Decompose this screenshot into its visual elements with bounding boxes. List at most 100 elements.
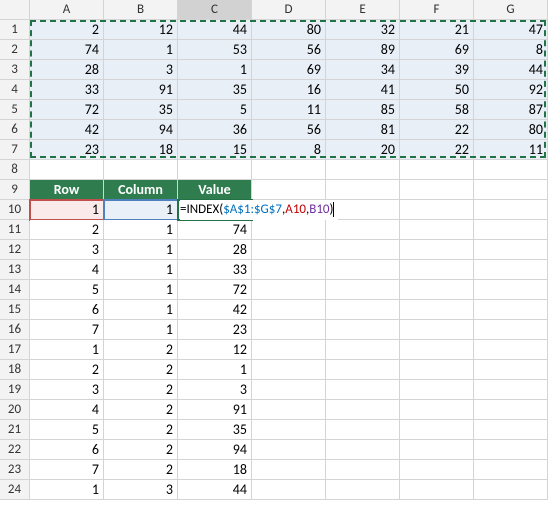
empty-cell[interactable] bbox=[326, 320, 400, 340]
empty-cell[interactable] bbox=[400, 380, 474, 400]
grid-cell[interactable]: 44 bbox=[178, 20, 252, 40]
empty-cell[interactable] bbox=[326, 400, 400, 420]
empty-cell[interactable] bbox=[474, 300, 548, 320]
empty-cell[interactable] bbox=[30, 160, 104, 180]
col-header-F[interactable]: F bbox=[400, 0, 474, 20]
lookup-value[interactable]: 42 bbox=[178, 300, 252, 320]
lookup-col[interactable]: 2 bbox=[104, 420, 178, 440]
row-header-7[interactable]: 7 bbox=[0, 140, 30, 160]
grid-cell[interactable]: 33 bbox=[30, 80, 104, 100]
header-value[interactable]: Value bbox=[178, 180, 252, 200]
grid-cell[interactable]: 80 bbox=[474, 120, 548, 140]
lookup-value[interactable]: 12 bbox=[178, 340, 252, 360]
grid-cell[interactable]: 36 bbox=[178, 120, 252, 140]
lookup-row[interactable]: 5 bbox=[30, 280, 104, 300]
empty-cell[interactable] bbox=[474, 320, 548, 340]
lookup-row[interactable]: 5 bbox=[30, 420, 104, 440]
row-header-17[interactable]: 17 bbox=[0, 340, 30, 360]
grid-cell[interactable]: 32 bbox=[326, 20, 400, 40]
lookup-value[interactable]: 35 bbox=[178, 420, 252, 440]
empty-cell[interactable] bbox=[400, 360, 474, 380]
row-header-8[interactable]: 8 bbox=[0, 160, 30, 180]
col-header-E[interactable]: E bbox=[326, 0, 400, 20]
grid-cell[interactable]: 74 bbox=[30, 40, 104, 60]
grid-cell[interactable]: 34 bbox=[326, 60, 400, 80]
empty-cell[interactable] bbox=[252, 400, 326, 420]
grid-cell[interactable]: 12 bbox=[104, 20, 178, 40]
row-header-21[interactable]: 21 bbox=[0, 420, 30, 440]
lookup-value[interactable]: 18 bbox=[178, 460, 252, 480]
row-header-15[interactable]: 15 bbox=[0, 300, 30, 320]
corner-cell[interactable] bbox=[0, 0, 30, 20]
lookup-row[interactable]: 3 bbox=[30, 240, 104, 260]
grid-cell[interactable]: 21 bbox=[400, 20, 474, 40]
grid-cell[interactable]: 35 bbox=[104, 100, 178, 120]
row-header-22[interactable]: 22 bbox=[0, 440, 30, 460]
col-header-D[interactable]: D bbox=[252, 0, 326, 20]
lookup-row[interactable]: 6 bbox=[30, 440, 104, 460]
empty-cell[interactable] bbox=[252, 320, 326, 340]
lookup-col[interactable]: 1 bbox=[104, 260, 178, 280]
empty-cell[interactable] bbox=[252, 240, 326, 260]
lookup-col[interactable]: 2 bbox=[104, 360, 178, 380]
empty-cell[interactable] bbox=[474, 460, 548, 480]
grid-cell[interactable]: 11 bbox=[474, 140, 548, 160]
lookup-row[interactable]: 2 bbox=[30, 220, 104, 240]
row-header-11[interactable]: 11 bbox=[0, 220, 30, 240]
lookup-col[interactable]: 1 bbox=[104, 320, 178, 340]
row-header-5[interactable]: 5 bbox=[0, 100, 30, 120]
empty-cell[interactable] bbox=[400, 480, 474, 500]
empty-cell[interactable] bbox=[326, 380, 400, 400]
grid-cell[interactable]: 47 bbox=[474, 20, 548, 40]
empty-cell[interactable] bbox=[252, 300, 326, 320]
lookup-row[interactable]: 2 bbox=[30, 360, 104, 380]
grid-cell[interactable]: 69 bbox=[400, 40, 474, 60]
lookup-col[interactable]: 2 bbox=[104, 400, 178, 420]
lookup-col[interactable]: 2 bbox=[104, 340, 178, 360]
grid-cell[interactable]: 8 bbox=[474, 40, 548, 60]
row-header-6[interactable]: 6 bbox=[0, 120, 30, 140]
empty-cell[interactable] bbox=[252, 220, 326, 240]
empty-cell[interactable] bbox=[326, 480, 400, 500]
grid-cell[interactable]: 20 bbox=[326, 140, 400, 160]
empty-cell[interactable] bbox=[326, 340, 400, 360]
empty-cell[interactable] bbox=[326, 160, 400, 180]
grid-cell[interactable]: 87 bbox=[474, 100, 548, 120]
empty-cell[interactable] bbox=[178, 160, 252, 180]
lookup-row[interactable]: 1 bbox=[30, 340, 104, 360]
empty-cell[interactable] bbox=[326, 420, 400, 440]
grid-cell[interactable]: 23 bbox=[30, 140, 104, 160]
empty-cell[interactable] bbox=[474, 420, 548, 440]
lookup-value[interactable]: 72 bbox=[178, 280, 252, 300]
col-header-C[interactable]: C bbox=[178, 0, 252, 20]
grid-cell[interactable]: 94 bbox=[104, 120, 178, 140]
lookup-value[interactable]: 23 bbox=[178, 320, 252, 340]
grid-cell[interactable]: 5 bbox=[178, 100, 252, 120]
lookup-value[interactable]: 1 bbox=[178, 360, 252, 380]
empty-cell[interactable] bbox=[400, 420, 474, 440]
empty-cell[interactable] bbox=[400, 400, 474, 420]
grid-cell[interactable]: 42 bbox=[30, 120, 104, 140]
empty-cell[interactable] bbox=[400, 460, 474, 480]
empty-cell[interactable] bbox=[252, 380, 326, 400]
grid-cell[interactable]: 91 bbox=[104, 80, 178, 100]
empty-cell[interactable] bbox=[400, 180, 474, 200]
empty-cell[interactable] bbox=[474, 180, 548, 200]
lookup-row[interactable]: 7 bbox=[30, 460, 104, 480]
grid-cell[interactable]: 3 bbox=[104, 60, 178, 80]
row-header-4[interactable]: 4 bbox=[0, 80, 30, 100]
row-header-16[interactable]: 16 bbox=[0, 320, 30, 340]
row-header-3[interactable]: 3 bbox=[0, 60, 30, 80]
grid-cell[interactable]: 8 bbox=[252, 140, 326, 160]
row-header-18[interactable]: 18 bbox=[0, 360, 30, 380]
grid-cell[interactable]: 11 bbox=[252, 100, 326, 120]
row-header-19[interactable]: 19 bbox=[0, 380, 30, 400]
empty-cell[interactable] bbox=[326, 180, 400, 200]
formula-cell[interactable]: =INDEX($A$1:$G$7,A10,B10) bbox=[178, 200, 252, 220]
lookup-row[interactable]: 6 bbox=[30, 300, 104, 320]
grid-cell[interactable]: 92 bbox=[474, 80, 548, 100]
lookup-col[interactable]: 3 bbox=[104, 480, 178, 500]
lookup-col[interactable]: 1 bbox=[104, 220, 178, 240]
empty-cell[interactable] bbox=[252, 460, 326, 480]
row-header-13[interactable]: 13 bbox=[0, 260, 30, 280]
